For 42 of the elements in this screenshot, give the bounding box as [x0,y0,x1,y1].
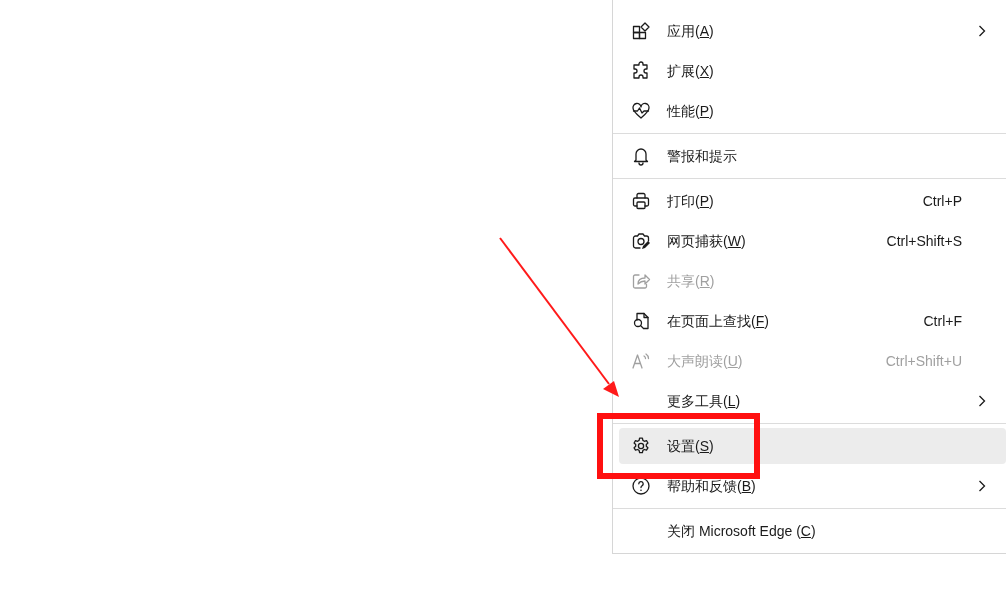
menu-item[interactable]: 网页捕获(W) Ctrl+Shift+S [619,223,1006,259]
menu-item[interactable]: 关闭 Microsoft Edge (C) [619,513,1006,549]
menu-item-label: 网页捕获(W) [667,231,747,251]
help-icon [631,476,651,496]
menu-item-label: 设置(S) [667,436,715,456]
menu-item-label: 共享(R) [667,271,716,291]
puzzle-icon [631,61,651,81]
printer-icon [631,191,651,211]
gear-icon [631,436,651,456]
menu-item-label: 大声朗读(U) [667,351,744,371]
menu-item-label: 扩展(X) [667,61,715,81]
shortcut-text: Ctrl+Shift+S [886,231,962,251]
read-aloud-icon [631,351,651,371]
shortcut-text: Ctrl+F [923,311,962,331]
chevron-right-icon [978,395,986,407]
menu-item-label: 关闭 Microsoft Edge (C) [667,521,817,541]
heart-pulse-icon [631,101,651,121]
menu-item-label: 警报和提示 [667,146,738,166]
shortcut-text: Ctrl+P [922,191,962,211]
chevron-right-icon [978,480,986,492]
menu-item[interactable]: 在页面上查找(F) Ctrl+F [619,303,1006,339]
chevron-right-icon [978,25,986,37]
menu-item[interactable]: 更多工具(L) [619,383,1006,419]
camera-pen-icon [631,231,651,251]
bell-icon [631,146,651,166]
share-icon [631,271,651,291]
menu-item[interactable]: 帮助和反馈(B) [619,468,1006,504]
menu-item[interactable]: 警报和提示 [619,138,1006,174]
menu-item-label: 打印(P) [667,191,715,211]
menu-item[interactable]: 打印(P) Ctrl+P [619,183,1006,219]
menu-item[interactable]: 设置(S) [619,428,1006,464]
menu-item-label: 帮助和反馈(B) [667,476,757,496]
menu-item[interactable]: 应用(A) [619,13,1006,49]
menu-item-label: 在页面上查找(F) [667,311,770,331]
menu-item[interactable]: 性能(P) [619,93,1006,129]
find-page-icon [631,311,651,331]
menu-item-label: 应用(A) [667,21,715,41]
apps-icon [631,21,651,41]
menu-item-label: 性能(P) [667,101,715,121]
menu-item-label: 更多工具(L) [667,391,742,411]
menu-item[interactable]: 扩展(X) [619,53,1006,89]
shortcut-text: Ctrl+Shift+U [885,351,962,371]
